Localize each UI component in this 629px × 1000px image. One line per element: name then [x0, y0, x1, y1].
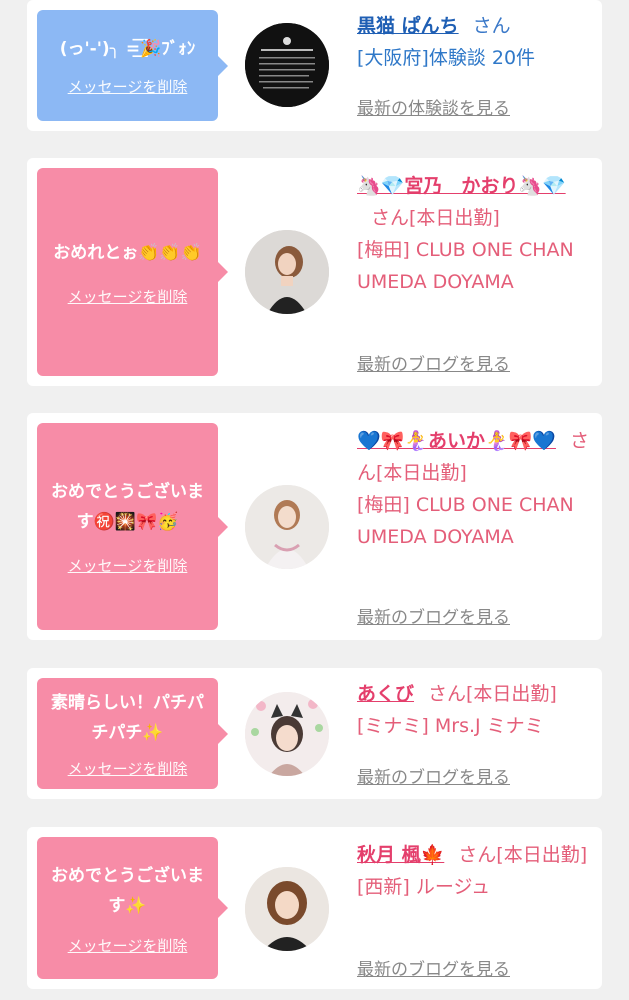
shop-info: [梅田] CLUB ONE CHAN UMEDA DOYAMA [357, 494, 574, 548]
message-bubble: (っ'-')╮ =͟͟͞͞🎉ﾌﾞｫﾝ メッセージを削除 [37, 10, 228, 121]
shop-info: [大阪府]体験談 20件 [357, 47, 536, 69]
message-text: 素晴らしい！パチパチパチ✨ [51, 693, 204, 743]
message-card: (っ'-')╮ =͟͟͞͞🎉ﾌﾞｫﾝ メッセージを削除 黒猫 ぱんち さん [大阪… [27, 0, 602, 131]
user-info: あくび さん[本日出勤] [ミナミ] Mrs.J ミナミ [357, 678, 597, 742]
delete-message-link[interactable]: メッセージを削除 [68, 286, 188, 307]
message-bubble: おめでとうございます✨ メッセージを削除 [37, 837, 228, 979]
user-info: 黒猫 ぱんち さん [大阪府]体験談 20件 [357, 10, 597, 74]
avatar[interactable] [245, 867, 329, 951]
honorific: さん [472, 15, 511, 37]
user-name-link[interactable]: 🦄💎宮乃 かおり🦄💎 [357, 175, 566, 197]
user-name-link[interactable]: あくび [357, 683, 414, 705]
avatar-image [245, 485, 329, 569]
shop-info: [梅田] CLUB ONE CHAN UMEDA DOYAMA [357, 239, 574, 293]
message-card: 素晴らしい！パチパチパチ✨ メッセージを削除 あくび さん[本日出勤] [ミナミ]… [27, 668, 602, 799]
message-text: (っ'-')╮ =͟͟͞͞🎉ﾌﾞｫﾝ [59, 39, 196, 59]
honorific: さん[本日出勤] [428, 683, 557, 705]
message-card: おめれとぉ👏👏👏 メッセージを削除 🦄💎宮乃 かおり🦄💎 さん[本日出勤] [梅田… [27, 158, 602, 386]
latest-blog-link[interactable]: 最新のブログを見る [357, 350, 510, 375]
avatar[interactable] [245, 230, 329, 314]
avatar-image [245, 867, 329, 951]
latest-blog-link[interactable]: 最新のブログを見る [357, 603, 510, 628]
honorific: さん[本日出勤] [371, 207, 500, 229]
shop-info: [西新] ルージュ [357, 876, 491, 898]
delete-message-link[interactable]: メッセージを削除 [68, 935, 188, 956]
message-bubble: おめれとぉ👏👏👏 メッセージを削除 [37, 168, 228, 376]
avatar[interactable] [245, 23, 329, 107]
user-info: 🦄💎宮乃 かおり🦄💎 さん[本日出勤] [梅田] CLUB ONE CHAN UM… [357, 170, 597, 298]
message-bubble: おめでとうございます㊗️🎇🎀🥳 メッセージを削除 [37, 423, 228, 630]
delete-message-link[interactable]: メッセージを削除 [68, 555, 188, 576]
avatar-image [245, 23, 329, 107]
user-name-link[interactable]: 黒猫 ぱんち [357, 15, 459, 37]
user-name-link[interactable]: 秋月 楓🍁 [357, 844, 444, 866]
avatar-image [245, 230, 329, 314]
honorific: さん[本日出勤] [458, 844, 588, 866]
user-info: 秋月 楓🍁 さん[本日出勤] [西新] ルージュ [357, 839, 597, 903]
latest-blog-link[interactable]: 最新のブログを見る [357, 955, 510, 980]
user-name-link[interactable]: 💙🎀🧜‍♀️あいか🧜‍♀️🎀💙 [357, 430, 556, 452]
latest-review-link[interactable]: 最新の体験談を見る [357, 94, 510, 119]
avatar[interactable] [245, 692, 329, 776]
latest-blog-link[interactable]: 最新のブログを見る [357, 763, 510, 788]
delete-message-link[interactable]: メッセージを削除 [68, 758, 188, 779]
avatar-image [245, 692, 329, 776]
avatar[interactable] [245, 485, 329, 569]
delete-message-link[interactable]: メッセージを削除 [68, 76, 188, 97]
message-list: (っ'-')╮ =͟͟͞͞🎉ﾌﾞｫﾝ メッセージを削除 黒猫 ぱんち さん [大阪… [0, 0, 629, 1000]
message-bubble: 素晴らしい！パチパチパチ✨ メッセージを削除 [37, 678, 228, 789]
message-text: おめでとうございます✨ [51, 865, 204, 916]
message-text: おめれとぉ👏👏👏 [53, 242, 202, 263]
user-info: 💙🎀🧜‍♀️あいか🧜‍♀️🎀💙 さん[本日出勤] [梅田] CLUB ONE CH… [357, 425, 597, 553]
message-card: おめでとうございます✨ メッセージを削除 秋月 楓🍁 さん[本日出勤] [西新] … [27, 827, 602, 989]
message-card: おめでとうございます㊗️🎇🎀🥳 メッセージを削除 💙🎀🧜‍♀️あいか🧜‍♀️🎀💙… [27, 413, 602, 640]
message-text: おめでとうございます㊗️🎇🎀🥳 [51, 482, 204, 532]
shop-info: [ミナミ] Mrs.J ミナミ [357, 715, 544, 737]
